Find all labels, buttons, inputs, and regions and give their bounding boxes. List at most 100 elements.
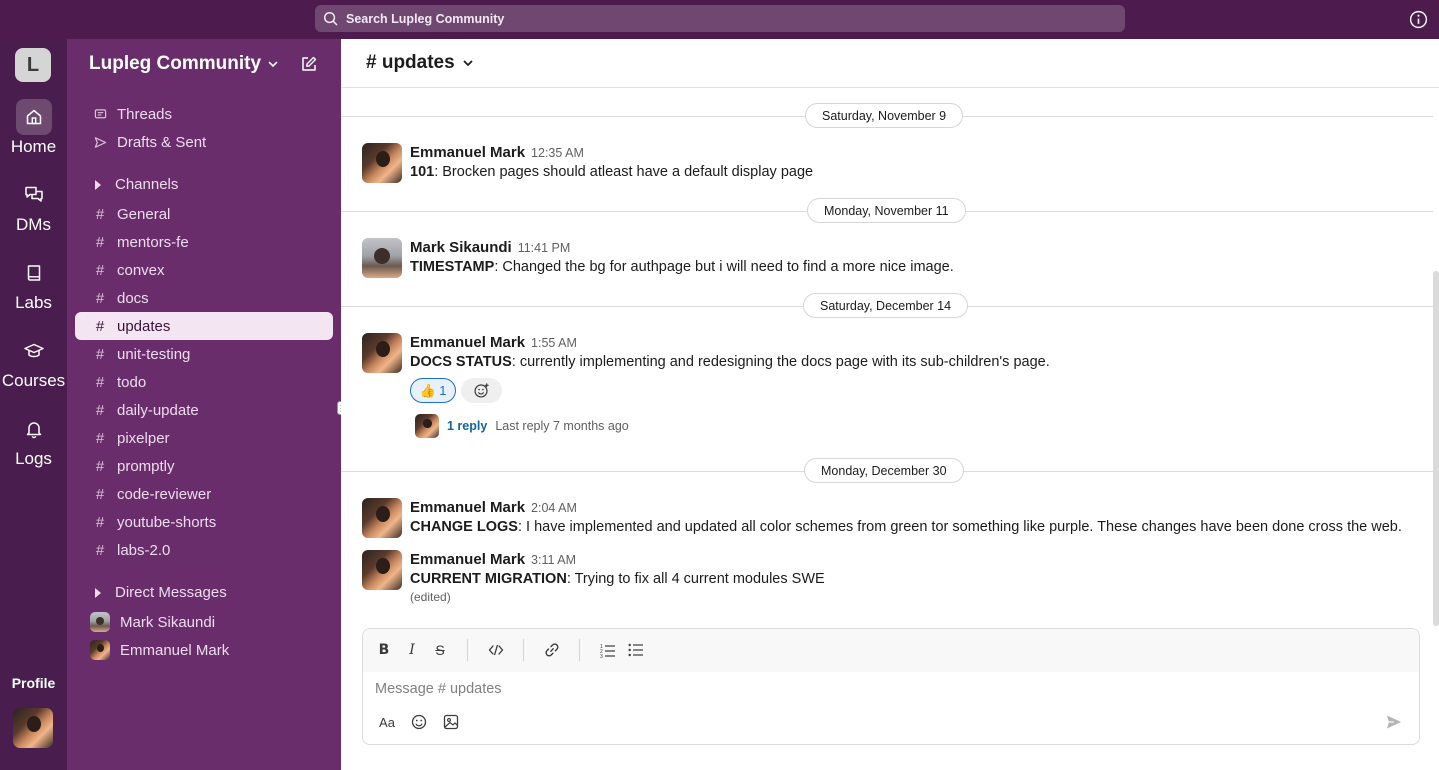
- sidebar-item-promptly[interactable]: # promptly: [75, 452, 333, 480]
- info-icon[interactable]: [1409, 10, 1428, 29]
- message-time[interactable]: 11:41 PM: [518, 241, 571, 255]
- channel-label: docs: [117, 289, 149, 307]
- author-name[interactable]: Emmanuel Mark: [410, 499, 525, 516]
- avatar: [90, 612, 110, 632]
- text-format-button[interactable]: Aa: [377, 712, 397, 732]
- message-tag: TIMESTAMP: [410, 259, 495, 275]
- message-tag: CURRENT MIGRATION: [410, 571, 567, 587]
- message-time[interactable]: 3:11 AM: [531, 553, 576, 567]
- sidebar-item-mentors-fe[interactable]: # mentors-fe: [75, 228, 333, 256]
- reply-count-link[interactable]: 1 reply: [447, 419, 487, 433]
- message-time[interactable]: 2:04 AM: [531, 501, 577, 515]
- app-rail: L Home DMs Labs Courses Logs Profile: [0, 39, 67, 770]
- profile-avatar[interactable]: [13, 708, 53, 748]
- sidebar-dm-mark-sikaundi[interactable]: Mark Sikaundi: [75, 608, 333, 636]
- sidebar-item-convex[interactable]: # convex: [75, 256, 333, 284]
- rail-item-courses[interactable]: Courses: [0, 333, 67, 391]
- sidebar-item-label: Drafts & Sent: [117, 133, 207, 151]
- workspace-avatar[interactable]: L: [15, 48, 51, 82]
- add-reaction-button[interactable]: [461, 378, 502, 403]
- sidebar-item-unit-testing[interactable]: # unit-testing: [75, 340, 333, 368]
- channel-label: updates: [117, 317, 171, 335]
- sidebar-item-labs-2-0[interactable]: # labs-2.0: [75, 536, 333, 564]
- message-text: : Brocken pages should atleast have a de…: [434, 164, 814, 180]
- graduation-cap-icon: [16, 333, 52, 369]
- date-pill[interactable]: Saturday, November 9: [805, 103, 964, 128]
- channel-label: convex: [117, 261, 165, 279]
- caret-right-icon: [95, 179, 101, 190]
- sidebar-item-todo[interactable]: # todo: [75, 368, 333, 396]
- rail-item-dms[interactable]: DMs: [0, 177, 67, 235]
- sidebar-item-updates[interactable]: # updates: [75, 312, 333, 340]
- channels-section-toggle[interactable]: Channels: [95, 176, 178, 193]
- channel-label: promptly: [117, 457, 175, 475]
- dm-label: Mark Sikaundi: [120, 613, 216, 631]
- avatar[interactable]: [362, 498, 402, 538]
- image-upload-button[interactable]: [441, 712, 461, 732]
- code-button[interactable]: [486, 640, 506, 660]
- bold-button[interactable]: B: [374, 640, 394, 660]
- message-time[interactable]: 1:55 AM: [531, 336, 577, 350]
- bullet-list-button[interactable]: [626, 640, 646, 660]
- channel-label: code-reviewer: [117, 485, 212, 503]
- book-icon: [16, 255, 52, 291]
- strikethrough-button[interactable]: S: [430, 640, 450, 660]
- channel-label: mentors-fe: [117, 233, 189, 251]
- date-pill[interactable]: Monday, December 30: [804, 458, 964, 483]
- message-time[interactable]: 12:35 AM: [531, 146, 584, 160]
- sidebar-item-code-reviewer[interactable]: # code-reviewer: [75, 480, 333, 508]
- avatar: [415, 414, 439, 438]
- link-button[interactable]: [542, 640, 562, 660]
- rail-item-home[interactable]: Home: [0, 99, 67, 157]
- author-name[interactable]: Emmanuel Mark: [410, 334, 525, 351]
- avatar[interactable]: [362, 333, 402, 373]
- code-icon: [488, 644, 504, 656]
- sidebar-item-drafts-sent[interactable]: Drafts & Sent: [75, 128, 333, 156]
- avatar[interactable]: [362, 550, 402, 590]
- sidebar-item-youtube-shorts[interactable]: # youtube-shorts: [75, 508, 333, 536]
- sidebar-item-label: Threads: [117, 105, 173, 123]
- sidebar-item-pixelper[interactable]: # pixelper: [75, 424, 333, 452]
- avatar[interactable]: [362, 143, 402, 183]
- author-name[interactable]: Emmanuel Mark: [410, 144, 525, 161]
- avatar[interactable]: [362, 238, 402, 278]
- author-name[interactable]: Emmanuel Mark: [410, 551, 525, 568]
- message-text: : currently implementing and redesigning…: [511, 354, 1050, 370]
- message-text: : I have implemented and updated all col…: [517, 519, 1402, 535]
- sidebar-item-threads[interactable]: Threads: [75, 100, 333, 128]
- compose-icon[interactable]: [300, 55, 318, 73]
- sidebar-item-docs[interactable]: # docs: [75, 284, 333, 312]
- italic-button[interactable]: I: [402, 640, 422, 660]
- channel-label: labs-2.0: [117, 541, 171, 559]
- toolbar-divider: [467, 639, 468, 661]
- rail-item-logs[interactable]: Logs: [0, 411, 67, 469]
- send-icon[interactable]: [1385, 713, 1403, 731]
- author-name[interactable]: Mark Sikaundi: [410, 239, 512, 256]
- scrollbar[interactable]: [1433, 271, 1439, 626]
- message-input[interactable]: [375, 678, 1375, 700]
- thread-summary[interactable]: 1 reply Last reply 7 months ago: [415, 414, 629, 438]
- dm-section-toggle[interactable]: Direct Messages: [95, 584, 227, 601]
- message-text: : Changed the bg for authpage but i will…: [494, 259, 954, 275]
- sidebar-item-daily-update[interactable]: # daily-update: [75, 396, 333, 424]
- channel-label: daily-update: [117, 401, 199, 419]
- date-pill[interactable]: Monday, November 11: [807, 198, 966, 223]
- workspace-switcher[interactable]: Lupleg Community: [89, 53, 279, 75]
- channel-header[interactable]: # updates: [341, 39, 1439, 88]
- strikethrough-icon: S: [435, 642, 445, 658]
- reaction-thumbs-up[interactable]: 👍 1: [410, 378, 456, 403]
- hash-icon: #: [95, 429, 105, 447]
- formatting-toolbar: B I S 123: [363, 629, 1419, 672]
- ordered-list-button[interactable]: 123: [598, 640, 618, 660]
- rail-label-courses: Courses: [1, 371, 66, 390]
- rail-item-labs[interactable]: Labs: [0, 255, 67, 313]
- search-bar[interactable]: Search Lupleg Community: [315, 5, 1125, 32]
- link-icon: [545, 643, 559, 657]
- send-icon: [93, 136, 107, 149]
- hash-icon: #: [95, 541, 105, 559]
- emoji-button[interactable]: [409, 712, 429, 732]
- sidebar-dm-emmanuel-mark[interactable]: Emmanuel Mark: [75, 636, 333, 664]
- sidebar-item-general[interactable]: # General: [75, 200, 333, 228]
- date-pill[interactable]: Saturday, December 14: [803, 293, 969, 318]
- ordered-list-icon: 123: [600, 644, 615, 658]
